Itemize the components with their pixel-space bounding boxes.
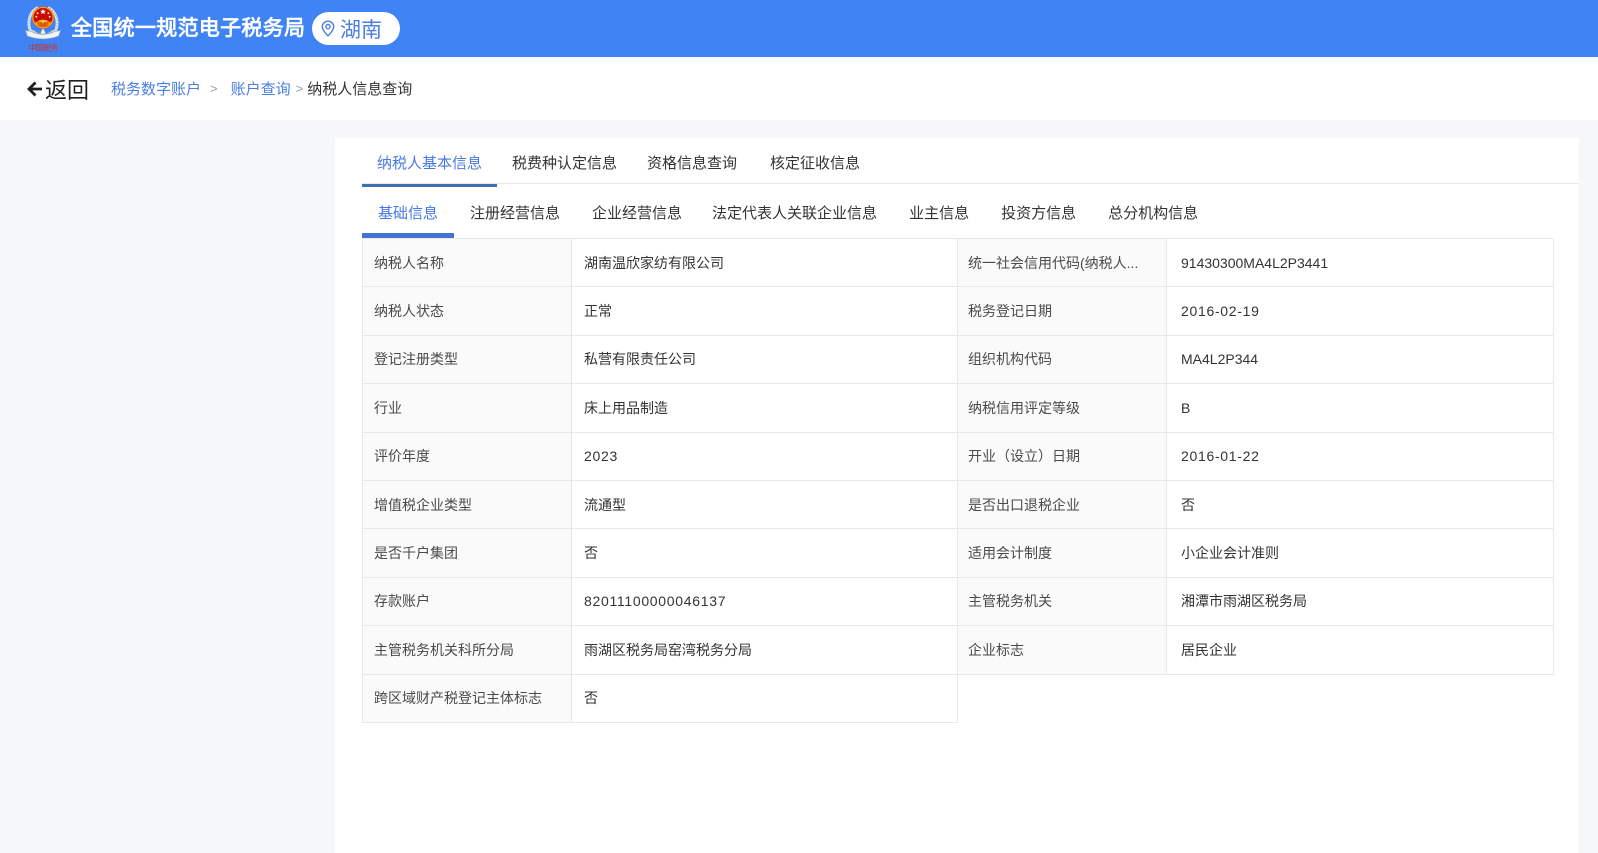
svg-text:中国税务: 中国税务 <box>29 43 59 53</box>
